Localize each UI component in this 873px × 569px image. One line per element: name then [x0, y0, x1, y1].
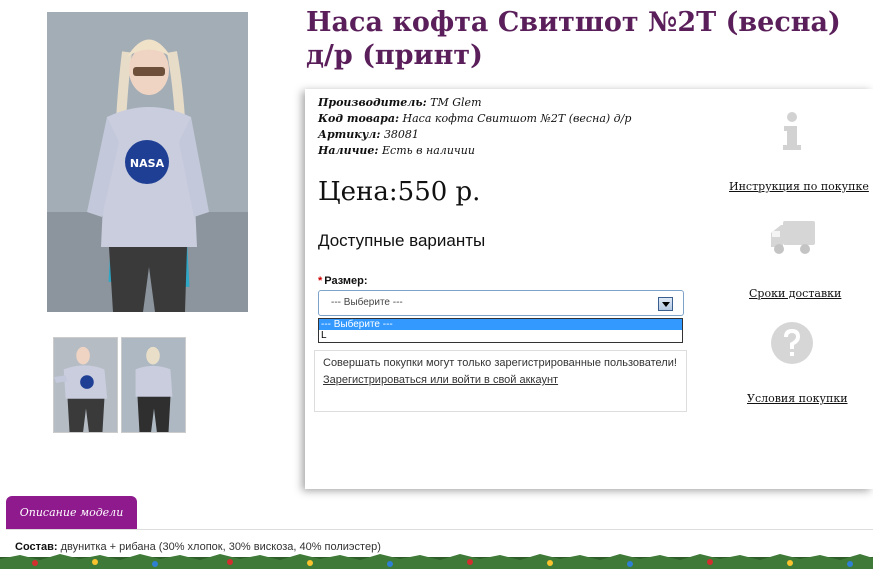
tab-divider — [6, 529, 873, 530]
size-dropdown-list[interactable]: --- Выберите --- L — [318, 318, 683, 343]
product-thumbnail-1[interactable] — [53, 337, 118, 433]
info-icon — [780, 111, 804, 151]
product-meta: Производитель: TM Glem Код товара: Наса … — [318, 95, 631, 159]
christmas-garland-decoration — [0, 554, 873, 569]
options-title: Доступные варианты — [318, 231, 486, 250]
composition-text: Состав: двунитка + рибана (30% хлопок, 3… — [15, 541, 381, 553]
login-notice: Совершать покупки могут только зарегистр… — [314, 350, 687, 412]
code-label: Код товара: — [318, 112, 400, 125]
composition-value: двунитка + рибана (30% хлопок, 30% виско… — [60, 541, 381, 553]
article-label: Артикул: — [318, 128, 381, 141]
size-option[interactable]: --- Выберите --- — [319, 319, 682, 330]
instruction-link[interactable]: Инструкция по покупке — [729, 180, 869, 193]
size-select[interactable]: --- Выберите --- — [318, 290, 684, 316]
notice-text: Совершать покупки могут только зарегистр… — [323, 357, 677, 369]
product-main-image[interactable]: NASA — [47, 12, 248, 312]
product-title: Наса кофта Свитшот №2Т (весна) д/р (прин… — [306, 7, 841, 71]
product-info-panel: Производитель: TM Glem Код товара: Наса … — [305, 89, 873, 489]
chevron-down-icon[interactable] — [658, 297, 673, 311]
size-option[interactable]: L — [319, 330, 682, 341]
composition-label: Состав: — [15, 541, 58, 553]
delivery-link[interactable]: Сроки доставки — [749, 287, 841, 300]
register-login-link[interactable]: Зарегистрироваться или войти в свой акка… — [323, 374, 558, 386]
availability-label: Наличие: — [318, 144, 379, 157]
size-label-text: Размер: — [324, 275, 368, 287]
tab-description[interactable]: Описание модели — [6, 496, 137, 529]
svg-text:NASA: NASA — [130, 157, 165, 170]
article-value: 38081 — [383, 128, 419, 141]
size-label: * Размер: — [318, 275, 368, 287]
size-select-value: --- Выберите --- — [331, 297, 403, 308]
product-thumbnail-2[interactable] — [121, 337, 186, 433]
question-icon — [770, 321, 814, 365]
truck-icon — [769, 219, 817, 257]
manufacturer-value[interactable]: TM Glem — [430, 96, 481, 109]
required-marker: * — [318, 275, 323, 287]
terms-link[interactable]: Условия покупки — [747, 392, 848, 405]
availability-value: Есть в наличии — [382, 144, 475, 157]
manufacturer-label: Производитель: — [318, 96, 427, 109]
product-price: Цена:550 р. — [318, 177, 481, 207]
code-value: Наса кофта Свитшот №2Т (весна) д/р — [402, 112, 632, 125]
